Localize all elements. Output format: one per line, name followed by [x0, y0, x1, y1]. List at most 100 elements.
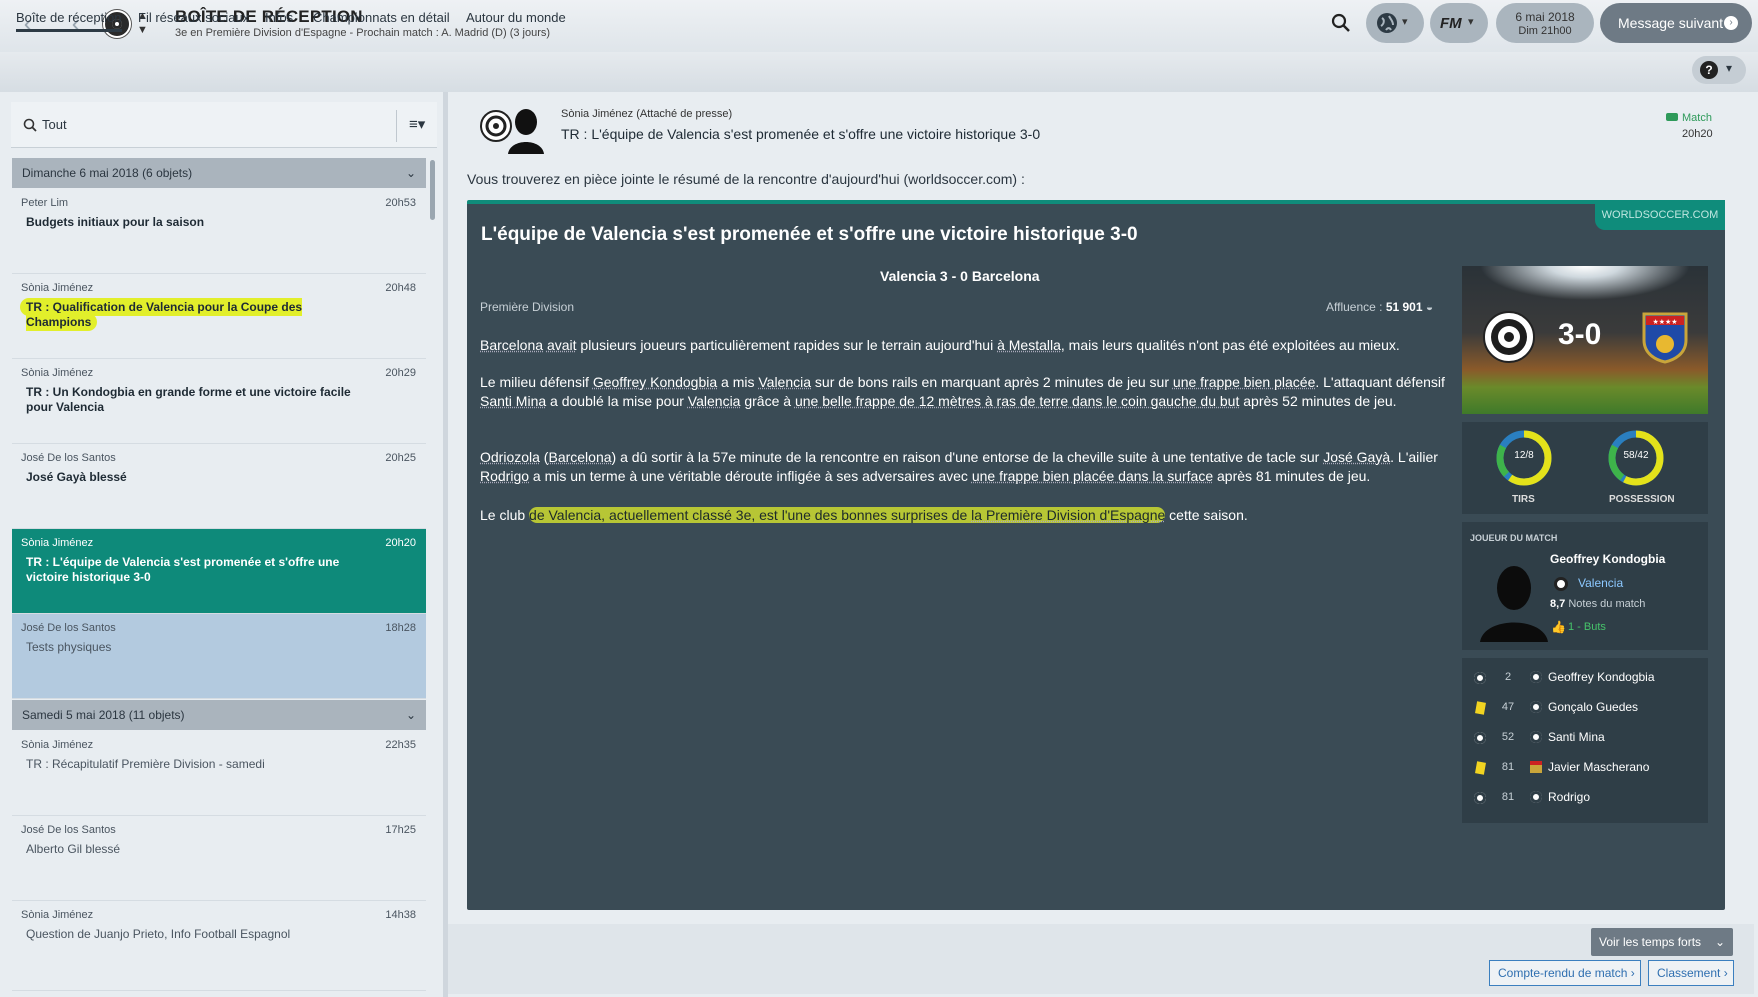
- message-sender: Sònia Jiménez: [21, 367, 94, 379]
- world-menu-button[interactable]: ▾: [1366, 3, 1424, 43]
- message-sender: Sònia Jiménez: [21, 909, 94, 921]
- match-tag[interactable]: Match: [1666, 112, 1712, 124]
- message-subject: Alberto Gil blessé: [26, 842, 121, 856]
- chevron-right-icon: ›: [1630, 966, 1635, 980]
- list-item[interactable]: Sònia Jiménez 20h29 TR : Un Kondogbia en g…: [12, 359, 426, 444]
- message-time: 20h20: [1682, 128, 1713, 140]
- club-badge-icon: [1554, 577, 1568, 591]
- motm-name[interactable]: Geoffrey Kondogbia: [1550, 552, 1665, 566]
- motm-rating: 8,7 Notes du match: [1550, 598, 1645, 610]
- motm-club[interactable]: Valencia: [1578, 576, 1623, 590]
- club-badge-icon: [1530, 761, 1542, 773]
- link-team[interactable]: Valencia: [758, 374, 811, 390]
- standings-button[interactable]: Classement ›: [1648, 960, 1734, 986]
- svg-text:★★★★: ★★★★: [1652, 318, 1677, 326]
- league-name[interactable]: Première Division: [480, 300, 574, 314]
- source-badge[interactable]: WORLDSOCCER.COM: [1595, 200, 1725, 230]
- text: sur de bons rails en marquant après 2 mi…: [811, 374, 1173, 390]
- highlighted-text: de Valencia, actuellement classé 3e, est…: [529, 507, 972, 523]
- highlights-button[interactable]: Voir les temps forts ⌄: [1591, 928, 1733, 956]
- inbox-filter[interactable]: Tout ≡▾: [11, 102, 437, 148]
- fm-menu-button[interactable]: FM ▾: [1430, 3, 1488, 43]
- search-icon: [23, 118, 37, 132]
- club-badge-icon: [1530, 791, 1542, 803]
- link-player[interactable]: José Gayà: [1323, 449, 1390, 465]
- event-row[interactable]: 2 Geoffrey Kondogbia: [1462, 666, 1708, 694]
- event-row[interactable]: 47 Gonçalo Guedes: [1462, 696, 1708, 724]
- list-item[interactable]: Peter Lim 20h53 Budgets initiaux pour la s…: [12, 189, 426, 274]
- link-league[interactable]: la Première Division d'Espagne: [971, 507, 1165, 523]
- score: 3-0: [1558, 318, 1602, 351]
- link-goal[interactable]: une frappe bien placée: [1173, 374, 1315, 390]
- tab-social-feed[interactable]: Fil réseaux sociaux: [138, 8, 249, 32]
- list-item[interactable]: José De los Santos 18h28 Tests physiques: [12, 614, 426, 699]
- club-badge-icon: [1530, 731, 1542, 743]
- date-display[interactable]: 6 mai 2018 Dim 21h00: [1496, 3, 1594, 43]
- match-report-button[interactable]: Compte-rendu de match ›: [1489, 960, 1641, 986]
- list-item[interactable]: José De los Santos 17h25 Alberto Gil bless…: [12, 816, 426, 901]
- club-badge-icon: [1530, 701, 1542, 713]
- club-badge-icon: [1530, 671, 1542, 683]
- text: Le club: [480, 507, 530, 523]
- event-row[interactable]: 81 Rodrigo: [1462, 786, 1708, 814]
- chevron-down-icon: ▾: [1468, 16, 1474, 28]
- tab-news[interactable]: Infos: [265, 8, 293, 32]
- link-team[interactable]: Barcelona: [548, 449, 611, 465]
- message-subject: TR : L'équipe de Valencia s'est promenée…: [26, 555, 340, 584]
- text: a doublé la mise pour: [546, 393, 688, 409]
- help-button[interactable]: ? ▾: [1692, 56, 1746, 84]
- tab-competitions[interactable]: Championnats en détail: [313, 8, 450, 32]
- event-row[interactable]: 52 Santi Mina: [1462, 726, 1708, 754]
- link-stadium[interactable]: à Mestalla: [997, 337, 1061, 353]
- article-paragraph: Le club de Valencia, actuellement classé…: [480, 506, 1450, 525]
- standings-label: Classement: [1657, 966, 1721, 980]
- help-icon: ?: [1700, 61, 1718, 79]
- search-icon[interactable]: [1331, 13, 1351, 33]
- event-row[interactable]: 81 Javier Mascherano: [1462, 756, 1708, 784]
- scrollbar[interactable]: [430, 160, 435, 220]
- rating-value: 8,7: [1550, 598, 1566, 610]
- inbox-group-header[interactable]: Samedi 5 mai 2018 (11 objets) ⌄: [12, 700, 426, 730]
- arrow-right-icon: ›: [1724, 16, 1738, 30]
- inbox-group-header[interactable]: Dimanche 6 mai 2018 (6 objets) ⌄: [12, 158, 426, 188]
- list-item[interactable]: José De los Santos 20h25 José Gayà blessé: [12, 444, 426, 529]
- match-stats[interactable]: 12/8 TIRS 58/42 POSSESSION: [1462, 422, 1708, 514]
- link-player[interactable]: Rodrigo: [480, 468, 529, 484]
- link-player[interactable]: Santi Mina: [480, 393, 546, 409]
- tab-around-world[interactable]: Autour du monde: [466, 8, 566, 32]
- list-item[interactable]: Sònia Jiménez 14h38 Question de Juanjo Pri…: [12, 901, 426, 991]
- article-paragraph: Le milieu défensif Geoffrey Kondogbia a …: [480, 373, 1450, 411]
- message-sender: José De los Santos: [21, 452, 116, 464]
- message-sender: Sònia Jiménez: [21, 739, 94, 751]
- link-goal[interactable]: une belle frappe de 12 mètres à ras de t…: [795, 393, 1239, 409]
- player-of-match[interactable]: JOUEUR DU MATCH Geoffrey Kondogbia Valen…: [1462, 522, 1708, 650]
- event-minute: 2: [1504, 671, 1512, 683]
- text: , mais leurs qualités n'ont pas été expl…: [1060, 337, 1400, 353]
- link-team[interactable]: Valencia: [688, 393, 741, 409]
- stadium-icon: ◒: [1425, 300, 1434, 314]
- match-score-image[interactable]: 3-0 ★★★★: [1462, 266, 1708, 414]
- text: ) a dû sortir à la 57e minute de la renc…: [611, 449, 1324, 465]
- chevron-down-icon: ⌄: [1714, 935, 1725, 949]
- list-item[interactable]: Sònia Jiménez 22h35 TR : Récapitulatif Pre…: [12, 731, 426, 816]
- link-player[interactable]: Geoffrey Kondogbia: [593, 374, 717, 390]
- tag-icon: [1666, 113, 1678, 121]
- chevron-down-icon: ⌄: [405, 708, 416, 722]
- link-goal[interactable]: une frappe bien placée dans la surface: [972, 468, 1213, 484]
- link-team[interactable]: Barcelona: [480, 337, 543, 353]
- event-player: Santi Mina: [1548, 730, 1605, 744]
- menu-list-icon[interactable]: ≡▾: [409, 115, 425, 133]
- message-sender: José De los Santos: [21, 824, 116, 836]
- message-sender: Peter Lim: [21, 197, 69, 209]
- tab-inbox[interactable]: Boîte de réception: [16, 8, 122, 32]
- link-text[interactable]: avait: [547, 337, 577, 353]
- next-message-button[interactable]: Message suivant ›: [1600, 3, 1752, 43]
- globe-icon: [1377, 13, 1397, 33]
- link-player[interactable]: Odriozola: [480, 449, 540, 465]
- text: plusieurs joueurs particulièrement rapid…: [576, 337, 998, 353]
- message-time: 20h48: [385, 282, 416, 294]
- list-item[interactable]: Sònia Jiménez 20h48 TR : Qualification de …: [12, 274, 426, 359]
- message-time: 20h29: [385, 367, 416, 379]
- list-item-selected[interactable]: Sònia Jiménez 20h20 TR : L'équipe de Valen…: [12, 529, 426, 614]
- motm-heading: JOUEUR DU MATCH: [1470, 533, 1558, 543]
